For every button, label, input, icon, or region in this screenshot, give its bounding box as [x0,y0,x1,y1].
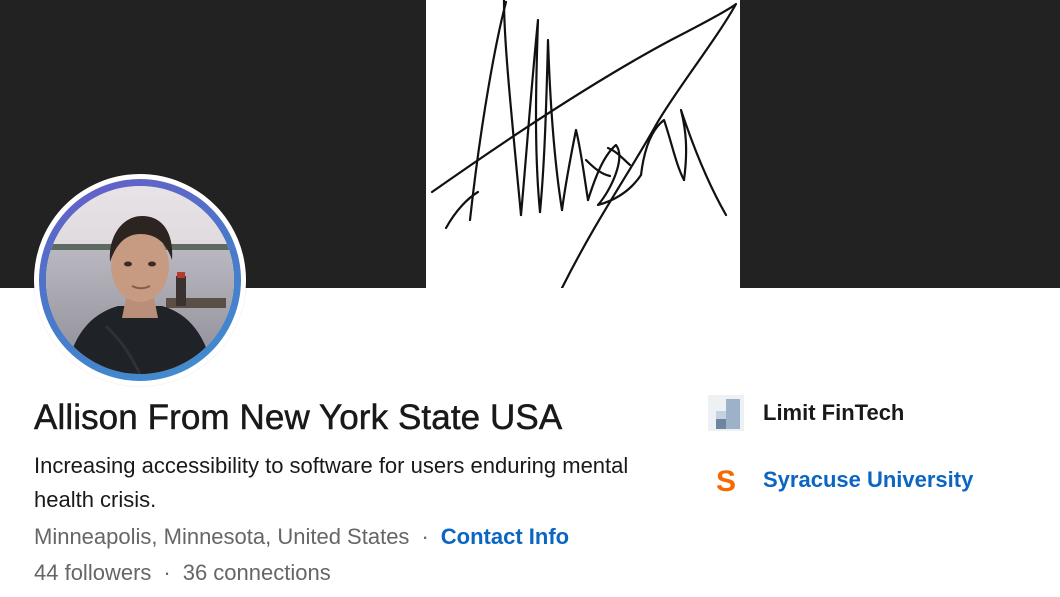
education-item[interactable]: S Syracuse University [708,462,973,498]
cover-signature-panel [426,0,740,288]
profile-headline: Increasing accessibility to software for… [34,453,629,512]
current-company-name: Limit FinTech [763,400,905,425]
education-name: Syracuse University [763,467,974,492]
profile-name: Allison From New York State USA [34,398,563,438]
profile-photo [46,186,234,374]
avatar-ring[interactable] [34,174,246,386]
avatar[interactable] [46,186,234,374]
profile-location: Minneapolis, Minnesota, United States [34,524,410,549]
followers-count: 44 followers [34,560,152,585]
separator-dot: · [163,560,171,585]
company-logo-icon [708,395,744,431]
separator-dot: · [421,524,429,549]
signature-image [430,0,738,288]
current-company-item[interactable]: Limit FinTech [708,395,904,431]
profile-page: Allison From New York State USA Increasi… [0,0,1060,597]
location-row: Minneapolis, Minnesota, United States · Co… [34,521,569,553]
connections-count[interactable]: 36 connections [183,560,331,585]
network-stats-row: 44 followers · 36 connections [34,557,331,589]
syracuse-logo-icon: S [708,462,744,498]
contact-info-link[interactable]: Contact Info [441,524,569,549]
svg-text:S: S [716,465,736,498]
